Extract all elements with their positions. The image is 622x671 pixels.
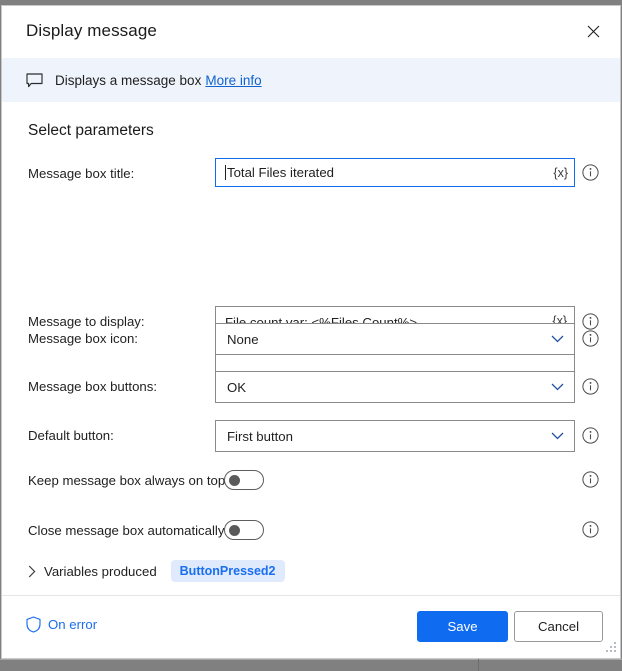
info-circle-icon[interactable] xyxy=(582,521,599,538)
banner-description: Displays a message box xyxy=(55,72,202,88)
toggle-knob xyxy=(229,525,240,536)
description-banner: Displays a message box More info xyxy=(2,58,620,102)
backdrop-divider xyxy=(478,659,479,671)
section-title: Select parameters xyxy=(28,122,154,139)
save-button[interactable]: Save xyxy=(417,611,508,642)
backdrop-seam xyxy=(0,659,622,660)
default-button-select[interactable]: First button xyxy=(215,420,575,452)
screenshot-root: Display message Displays a message box M… xyxy=(0,0,622,671)
message-box-icon-select[interactable]: None xyxy=(215,323,575,355)
host-window-backdrop-bottom xyxy=(0,659,622,671)
more-info-link[interactable]: More info xyxy=(205,73,261,88)
text-caret xyxy=(225,165,226,180)
info-circle-icon[interactable] xyxy=(582,330,599,347)
close-icon[interactable] xyxy=(575,15,611,47)
info-circle-icon[interactable] xyxy=(582,313,599,330)
keep-on-top-toggle[interactable] xyxy=(224,470,264,490)
shield-icon xyxy=(26,616,41,633)
default-button-value: First button xyxy=(227,428,293,444)
label-message-box-title: Message box title: xyxy=(28,166,135,181)
label-message-box-buttons: Message box buttons: xyxy=(28,379,158,394)
message-bubble-icon xyxy=(24,70,44,90)
chevron-down-icon xyxy=(551,383,564,391)
label-keep-on-top: Keep message box always on top: xyxy=(28,473,229,488)
message-box-title-value: Total Files iterated xyxy=(227,165,335,180)
variables-produced-label: Variables produced xyxy=(44,563,157,579)
info-circle-icon[interactable] xyxy=(582,164,599,181)
variable-badge-buttonpressed2[interactable]: ButtonPressed2 xyxy=(170,560,285,582)
info-circle-icon[interactable] xyxy=(582,427,599,444)
label-default-button: Default button: xyxy=(28,428,114,443)
message-box-icon-value: None xyxy=(227,331,259,347)
chevron-right-icon[interactable] xyxy=(28,565,36,578)
dialog-footer: On error Save Cancel xyxy=(2,595,620,658)
label-message-box-icon: Message box icon: xyxy=(28,331,138,346)
variable-picker-icon[interactable]: {x} xyxy=(553,166,568,180)
label-close-automatically: Close message box automatically: xyxy=(28,523,229,538)
message-box-buttons-select[interactable]: OK xyxy=(215,371,575,403)
message-box-title-input[interactable]: Total Files iterated {x} xyxy=(215,158,575,187)
variables-produced-row[interactable]: Variables produced ButtonPressed2 xyxy=(28,560,285,582)
dialog-titlebar: Display message xyxy=(2,6,620,58)
message-box-buttons-value: OK xyxy=(227,379,247,395)
dialog-title: Display message xyxy=(26,21,157,40)
close-automatically-toggle[interactable] xyxy=(224,520,264,540)
dialog-body: Select parameters Message box title: Tot… xyxy=(2,102,620,595)
display-message-dialog: Display message Displays a message box M… xyxy=(1,5,621,659)
chevron-down-icon xyxy=(551,432,564,440)
resize-grip[interactable] xyxy=(604,642,617,655)
on-error-label: On error xyxy=(48,617,98,632)
chevron-down-icon xyxy=(551,335,564,343)
info-circle-icon[interactable] xyxy=(582,471,599,488)
on-error-button[interactable]: On error xyxy=(26,616,97,633)
cancel-button[interactable]: Cancel xyxy=(514,611,603,642)
info-circle-icon[interactable] xyxy=(582,378,599,395)
label-message-to-display: Message to display: xyxy=(28,314,145,329)
toggle-knob xyxy=(229,475,240,486)
